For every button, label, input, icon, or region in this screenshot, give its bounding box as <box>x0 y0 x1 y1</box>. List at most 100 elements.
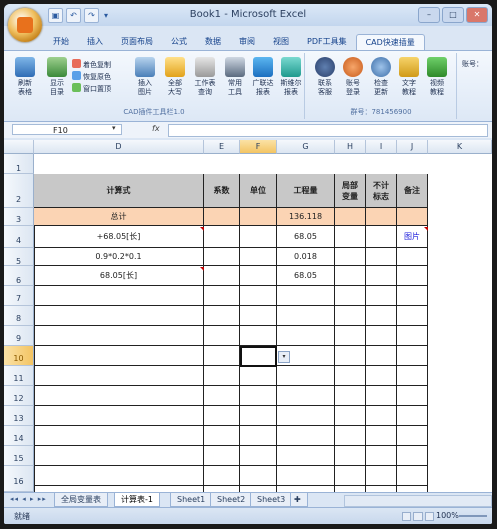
formula-cell[interactable]: +68.05[长] <box>34 226 204 248</box>
row-header-8[interactable]: 8 <box>4 306 34 326</box>
uppercase-button[interactable]: 全部 大写 <box>162 57 188 97</box>
column-header-f[interactable]: F <box>240 140 277 154</box>
horizontal-scrollbar[interactable] <box>344 495 492 507</box>
total-unit-cell[interactable] <box>240 208 277 226</box>
remarks-cell[interactable] <box>397 266 428 286</box>
remarks-cell[interactable] <box>397 248 428 266</box>
row-header-9[interactable]: 9 <box>4 326 34 346</box>
row-header-16[interactable]: 16 <box>4 466 34 492</box>
show-directory-button[interactable]: 显示 目录 <box>44 57 70 97</box>
column-header-h[interactable]: H <box>335 140 366 154</box>
normal-view-icon[interactable] <box>402 512 412 521</box>
tab-cad-quick[interactable]: CAD快速插量 <box>355 34 425 50</box>
office-button[interactable] <box>8 8 42 42</box>
sheet-tab-calc-1[interactable]: 计算表-1 <box>114 493 160 507</box>
fx-icon[interactable]: fx <box>152 124 160 133</box>
tab-pdf-tools[interactable]: PDF工具集 <box>298 34 356 50</box>
header-formula[interactable]: 计算式 <box>34 174 204 208</box>
variable-cell[interactable] <box>335 248 366 266</box>
thsware-report-button[interactable]: 斯维尔 报表 <box>278 57 304 97</box>
row-header-6[interactable]: 6 <box>4 266 34 286</box>
unit-cell[interactable] <box>240 248 277 266</box>
tab-page-layout[interactable]: 页面布局 <box>112 34 162 50</box>
unit-cell[interactable] <box>240 266 277 286</box>
row-header-1[interactable]: 1 <box>4 154 34 174</box>
total-label-cell[interactable]: 总计 <box>34 208 204 226</box>
name-box[interactable]: F10 <box>12 124 122 135</box>
coefficient-cell[interactable] <box>204 248 240 266</box>
row-header-12[interactable]: 12 <box>4 386 34 406</box>
color-copy-button[interactable]: 着色复制 <box>72 59 111 71</box>
maximize-button[interactable]: □ <box>442 7 464 23</box>
video-tutorial-button[interactable]: 视频 教程 <box>424 57 450 97</box>
refresh-table-button[interactable]: 刷新 表格 <box>12 57 38 97</box>
total-quantity-cell[interactable]: 136.118 <box>277 208 335 226</box>
unit-cell[interactable] <box>240 226 277 248</box>
insert-image-button[interactable]: 插入 图片 <box>132 57 158 97</box>
sheet-tab-sheet3[interactable]: Sheet3 <box>250 493 293 507</box>
contact-service-button[interactable]: 联系 客服 <box>312 57 338 97</box>
sheet-query-button[interactable]: 工作表 查询 <box>192 57 218 97</box>
page-break-view-icon[interactable] <box>424 512 434 521</box>
tab-data[interactable]: 数据 <box>196 34 230 50</box>
restore-color-button[interactable]: 恢复原色 <box>72 71 111 83</box>
window-top-button[interactable]: 窗口置顶 <box>72 83 111 95</box>
tab-view[interactable]: 视图 <box>264 34 298 50</box>
column-header-e[interactable]: E <box>204 140 240 154</box>
row-header-7[interactable]: 7 <box>4 286 34 306</box>
dropdown-arrow-icon[interactable]: ▾ <box>278 351 290 363</box>
tab-insert[interactable]: 插入 <box>78 34 112 50</box>
header-remarks[interactable]: 备注 <box>397 174 428 208</box>
row-header-3[interactable]: 3 <box>4 208 34 226</box>
minimize-button[interactable]: – <box>418 7 440 23</box>
tools-button[interactable]: 常用 工具 <box>222 57 248 97</box>
sheet-tab-global-variables[interactable]: 全局变量表 <box>54 493 108 507</box>
row-header-4[interactable]: 4 <box>4 226 34 248</box>
column-header-g[interactable]: G <box>277 140 335 154</box>
total-flag-cell[interactable] <box>366 208 397 226</box>
column-header-j[interactable]: J <box>397 140 428 154</box>
quantity-cell[interactable]: 68.05 <box>277 226 335 248</box>
row-header-10[interactable]: 10 <box>4 346 34 366</box>
tab-home[interactable]: 开始 <box>44 34 78 50</box>
column-header-k[interactable]: K <box>428 140 492 154</box>
sheet-tab-sheet2[interactable]: Sheet2 <box>210 493 253 507</box>
quantity-cell[interactable]: 0.018 <box>277 248 335 266</box>
quantity-cell[interactable]: 68.05 <box>277 266 335 286</box>
formula-cell[interactable]: 0.9*0.2*0.1 <box>34 248 204 266</box>
flag-cell[interactable] <box>366 248 397 266</box>
select-all-corner[interactable] <box>4 140 34 154</box>
sheet-nav-arrows[interactable]: ◂◂ ◂ ▸ ▸▸ <box>10 495 47 503</box>
flag-cell[interactable] <box>366 266 397 286</box>
active-cell-f10[interactable] <box>240 346 277 367</box>
text-tutorial-button[interactable]: 文字 教程 <box>396 57 422 97</box>
flag-cell[interactable] <box>366 226 397 248</box>
tab-formulas[interactable]: 公式 <box>162 34 196 50</box>
account-login-button[interactable]: 账号 登录 <box>340 57 366 97</box>
header-coefficient[interactable]: 系数 <box>204 174 240 208</box>
formula-cell[interactable]: 68.05[长] <box>34 266 204 286</box>
variable-cell[interactable] <box>335 266 366 286</box>
row-header-5[interactable]: 5 <box>4 248 34 266</box>
page-layout-view-icon[interactable] <box>413 512 423 521</box>
insert-sheet-icon[interactable]: ✚ <box>290 493 308 507</box>
row-header-15[interactable]: 15 <box>4 446 34 466</box>
check-update-button[interactable]: 检查 更新 <box>368 57 394 97</box>
zoom-slider[interactable] <box>459 515 487 517</box>
sheet-tab-sheet1[interactable]: Sheet1 <box>170 493 213 507</box>
header-unit[interactable]: 单位 <box>240 174 277 208</box>
column-header-i[interactable]: I <box>366 140 397 154</box>
header-local-variable[interactable]: 局部 变量 <box>335 174 366 208</box>
variable-cell[interactable] <box>335 226 366 248</box>
row-header-13[interactable]: 13 <box>4 406 34 426</box>
name-box-dropdown-icon[interactable]: ▾ <box>112 124 116 132</box>
coefficient-cell[interactable] <box>204 226 240 248</box>
total-variable-cell[interactable] <box>335 208 366 226</box>
coefficient-cell[interactable] <box>204 266 240 286</box>
header-exclude-flag[interactable]: 不计 标志 <box>366 174 397 208</box>
row-header-14[interactable]: 14 <box>4 426 34 446</box>
row-header-2[interactable]: 2 <box>4 174 34 208</box>
glodon-report-button[interactable]: 广联达 报表 <box>250 57 276 97</box>
row-header-11[interactable]: 11 <box>4 366 34 386</box>
column-header-d[interactable]: D <box>34 140 204 154</box>
